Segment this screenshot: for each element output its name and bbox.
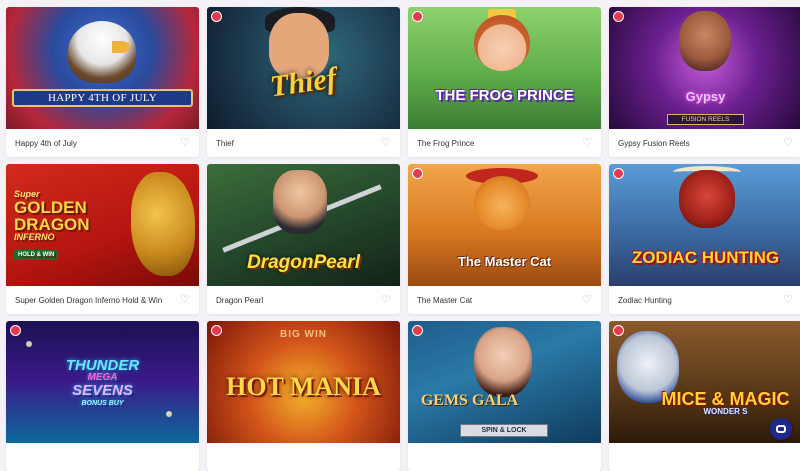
heart-icon[interactable]: ♡ (582, 295, 592, 306)
provider-badge-icon (10, 325, 21, 336)
card-footer: Happy 4th of July ♡ (6, 129, 199, 157)
eagle-beak-art (112, 41, 130, 53)
thumbnail-title: The Master Cat (450, 255, 559, 268)
thumbnail-subtitle: WONDER S (662, 408, 790, 416)
sparkle-art (26, 341, 32, 347)
provider-badge-icon (412, 11, 423, 22)
game-card[interactable]: MICE & MAGIC WONDER S (609, 321, 800, 471)
provider-badge-icon (412, 168, 423, 179)
fortune-teller-art (679, 11, 731, 71)
card-footer: Dragon Pearl ♡ (207, 286, 400, 314)
game-thumbnail[interactable]: HAPPY 4TH OF JULY (6, 7, 199, 129)
game-card[interactable]: GEMS GALA SPIN & LOCK (408, 321, 601, 471)
thumbnail-badge: HOLD & WIN (14, 250, 58, 260)
game-card[interactable]: The Master Cat The Master Cat ♡ (408, 164, 601, 314)
thumbnail-title: DragonPearl (239, 253, 368, 272)
game-name[interactable]: Dragon Pearl (216, 296, 263, 305)
card-footer: The Frog Prince ♡ (408, 129, 601, 157)
game-thumbnail[interactable]: GEMS GALA SPIN & LOCK (408, 321, 601, 443)
heart-icon[interactable]: ♡ (783, 295, 793, 306)
game-card[interactable]: Thief Thief ♡ (207, 7, 400, 157)
game-thumbnail[interactable]: Thief (207, 7, 400, 129)
heart-icon[interactable]: ♡ (582, 138, 592, 149)
game-card[interactable]: BIG WIN HOT MANIA (207, 321, 400, 471)
thumbnail-title: THUNDER MEGA SEVENS BONUS BUY (58, 358, 147, 407)
dragon-art (131, 172, 195, 276)
sparkle-art (166, 411, 172, 417)
provider-badge-icon (613, 11, 624, 22)
thumbnail-subtitle: FUSION REELS (667, 114, 744, 125)
card-footer: The Master Cat ♡ (408, 286, 601, 314)
bull-warrior-art (679, 170, 735, 228)
game-thumbnail[interactable]: Gypsy FUSION REELS (609, 7, 800, 129)
game-thumbnail[interactable]: THE FROG PRINCE (408, 7, 601, 129)
game-card[interactable]: Super GOLDEN DRAGON INFERNO HOLD & WIN S… (6, 164, 199, 314)
thumbnail-title: THE FROG PRINCE (427, 88, 581, 103)
game-thumbnail[interactable]: BIG WIN HOT MANIA (207, 321, 400, 443)
game-thumbnail[interactable]: ZODIAC HUNTING (609, 164, 800, 286)
heart-icon[interactable]: ♡ (381, 138, 391, 149)
game-thumbnail[interactable]: Super GOLDEN DRAGON INFERNO HOLD & WIN (6, 164, 199, 286)
warrior-art (273, 170, 327, 234)
game-card[interactable]: THE FROG PRINCE The Frog Prince ♡ (408, 7, 601, 157)
thumbnail-title: ZODIAC HUNTING (624, 249, 787, 266)
thumbnail-subtitle: INFERNO (14, 233, 131, 242)
chat-icon[interactable] (770, 418, 792, 440)
thumbnail-title: HAPPY 4TH OF JULY (12, 89, 193, 107)
game-card[interactable]: HAPPY 4TH OF JULY Happy 4th of July ♡ (6, 7, 199, 157)
thumbnail-title: GEMS GALA (413, 393, 526, 409)
game-card[interactable]: Gypsy FUSION REELS Gypsy Fusion Reels ♡ (609, 7, 800, 157)
game-card[interactable]: THUNDER MEGA SEVENS BONUS BUY (6, 321, 199, 471)
lady-art (474, 327, 532, 397)
thumbnail-title-text: THUNDER (66, 357, 139, 374)
thumbnail-title-text: MICE & MAGIC (662, 389, 790, 409)
thumbnail-title: Super GOLDEN DRAGON INFERNO HOLD & WIN (6, 190, 139, 260)
thumbnail-badge: BONUS BUY (66, 400, 139, 407)
game-card[interactable]: ZODIAC HUNTING Zodiac Hunting ♡ (609, 164, 800, 314)
thumbnail-title: HOT MANIA (218, 374, 389, 400)
game-name[interactable]: Thief (216, 139, 234, 148)
game-name[interactable]: The Frog Prince (417, 139, 474, 148)
game-name[interactable]: Happy 4th of July (15, 139, 77, 148)
thumbnail-subtitle: SEVENS (66, 383, 139, 398)
game-name[interactable]: Super Golden Dragon Inferno Hold & Win (15, 296, 162, 305)
princess-art (474, 15, 530, 71)
heart-icon[interactable]: ♡ (783, 138, 793, 149)
heart-icon[interactable]: ♡ (381, 295, 391, 306)
thumbnail-badge: SPIN & LOCK (460, 424, 548, 437)
thumbnail-toptext: BIG WIN (207, 329, 400, 340)
provider-badge-icon (211, 325, 222, 336)
heart-icon[interactable]: ♡ (180, 138, 190, 149)
game-name[interactable]: Zodiac Hunting (618, 296, 672, 305)
thumbnail-midtitle: MEGA (66, 373, 139, 383)
card-footer: Gypsy Fusion Reels ♡ (609, 129, 800, 157)
game-grid: HAPPY 4TH OF JULY Happy 4th of July ♡ Th… (0, 0, 800, 450)
provider-badge-icon (613, 325, 624, 336)
thumbnail-title-text: GOLDEN DRAGON (14, 198, 90, 234)
chat-bubble-icon (776, 425, 786, 433)
card-footer: Super Golden Dragon Inferno Hold & Win ♡ (6, 286, 199, 314)
cat-art (474, 176, 530, 230)
provider-badge-icon (211, 11, 222, 22)
card-footer: Zodiac Hunting ♡ (609, 286, 800, 314)
game-card[interactable]: DragonPearl Dragon Pearl ♡ (207, 164, 400, 314)
heart-icon[interactable]: ♡ (180, 295, 190, 306)
game-name[interactable]: Gypsy Fusion Reels (618, 139, 690, 148)
card-footer: Thief ♡ (207, 129, 400, 157)
game-thumbnail[interactable]: The Master Cat (408, 164, 601, 286)
provider-badge-icon (412, 325, 423, 336)
thumbnail-title: MICE & MAGIC WONDER S (654, 390, 798, 416)
game-thumbnail[interactable]: THUNDER MEGA SEVENS BONUS BUY (6, 321, 199, 443)
thumbnail-title: Gypsy (678, 90, 734, 103)
game-thumbnail[interactable]: DragonPearl (207, 164, 400, 286)
provider-badge-icon (613, 168, 624, 179)
game-name[interactable]: The Master Cat (417, 296, 472, 305)
